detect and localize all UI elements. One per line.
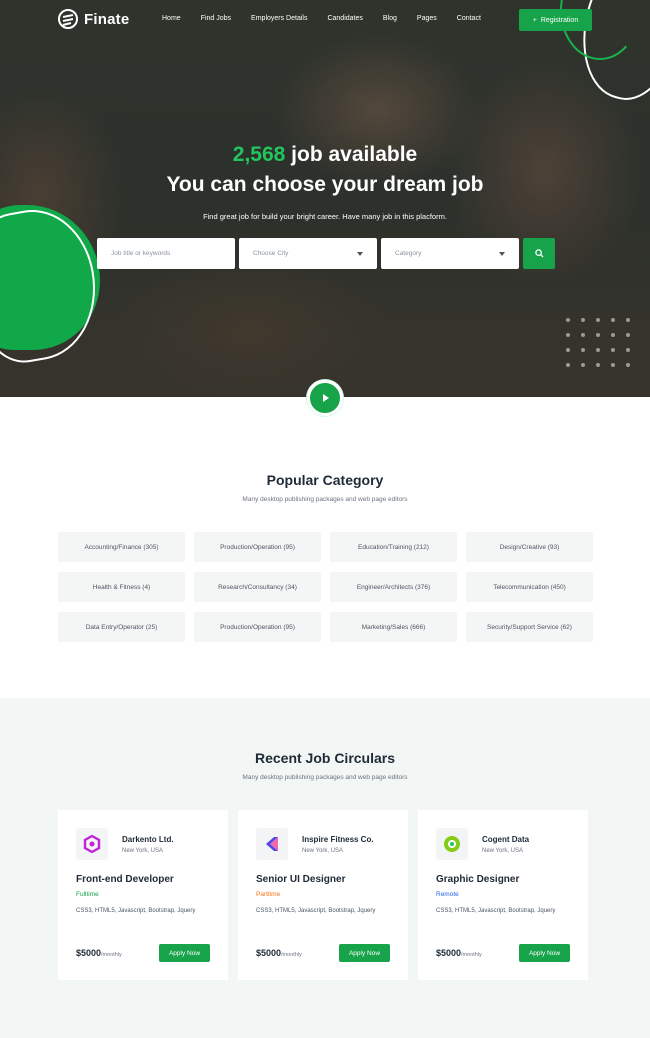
job-type: Remote [436, 891, 459, 898]
company-logo-icon [256, 828, 288, 860]
main-menu: Home Find Jobs Employers Details Candida… [162, 15, 501, 22]
city-select[interactable]: Choose City [239, 238, 377, 269]
apply-now-button[interactable]: Apply Now [159, 944, 210, 962]
job-skills: CSS3, HTML5, Javascript, Bootstrap, Jque… [436, 908, 556, 914]
chevron-down-icon [357, 251, 363, 256]
nav-employers-details[interactable]: Employers Details [251, 15, 307, 22]
category-item[interactable]: Research/Consultancy (34) [194, 572, 321, 602]
popular-category-title: Popular Category [266, 472, 384, 488]
headline-rest: job available [291, 143, 418, 166]
brand-name: Finate [84, 10, 130, 28]
search-button[interactable] [523, 238, 555, 269]
category-item[interactable]: Education/Training (212) [330, 532, 457, 562]
job-title[interactable]: Senior UI Designer [256, 874, 390, 885]
apply-now-button[interactable]: Apply Now [519, 944, 570, 962]
hero-content: 2,568 job available You can choose your … [0, 140, 650, 221]
white-ring-decoration [0, 200, 108, 370]
job-title[interactable]: Graphic Designer [436, 874, 570, 885]
job-card-list: Darkento Ltd. New York, USA Front-end De… [58, 810, 588, 980]
popular-category-subtitle: Many desktop publishing packages and web… [242, 496, 408, 503]
registration-button[interactable]: + Registration [519, 9, 592, 31]
apply-now-button[interactable]: Apply Now [339, 944, 390, 962]
hero-headline-line2: You can choose your dream job [166, 173, 484, 196]
city-placeholder: Choose City [253, 250, 289, 257]
company-name: Cogent Data [482, 835, 530, 844]
category-item[interactable]: Production/Operation (95) [194, 532, 321, 562]
job-type: Fulltime [76, 891, 99, 898]
company-logo-icon [76, 828, 108, 860]
top-navigation: Finate Home Find Jobs Employers Details … [0, 0, 650, 40]
nav-find-jobs[interactable]: Find Jobs [201, 15, 231, 22]
company-location: New York, USA [302, 848, 344, 854]
category-item[interactable]: Security/Support Service (62) [466, 612, 593, 642]
category-select[interactable]: Category [381, 238, 519, 269]
category-item[interactable]: Design/Creative (93) [466, 532, 593, 562]
category-item[interactable]: Accounting/Finance (305) [58, 532, 185, 562]
play-video-button[interactable] [307, 380, 343, 416]
category-item[interactable]: Engineer/Architects (376) [330, 572, 457, 602]
nav-home[interactable]: Home [162, 15, 181, 22]
finate-logo-icon [58, 9, 78, 29]
salary: $5000/monthly [76, 948, 122, 958]
category-item[interactable]: Production/Operation (95) [194, 612, 321, 642]
category-item[interactable]: Marketing/Sales (666) [330, 612, 457, 642]
category-item[interactable]: Health & Fitness (4) [58, 572, 185, 602]
company-location: New York, USA [482, 848, 524, 854]
chevron-down-icon [499, 251, 505, 256]
play-icon [323, 394, 329, 402]
nav-blog[interactable]: Blog [383, 15, 397, 22]
category-placeholder: Category [395, 250, 422, 257]
category-grid: Accounting/Finance (305) Production/Oper… [58, 532, 593, 642]
hero-subtitle: Find great job for build your bright car… [203, 212, 447, 221]
keyword-input[interactable]: Job title or keywords [97, 238, 235, 269]
job-title[interactable]: Front-end Developer [76, 874, 210, 885]
company-location: New York, USA [122, 848, 164, 854]
recent-jobs-title: Recent Job Circulars [254, 750, 396, 766]
registration-label: Registration [540, 16, 579, 24]
job-type: Parttime [256, 891, 281, 898]
job-skills: CSS3, HTML5, Javascript, Bootstrap, Jque… [256, 908, 376, 914]
job-count: 2,568 [232, 143, 286, 166]
category-item[interactable]: Telecommunication (450) [466, 572, 593, 602]
company-name: Darkento Ltd. [122, 835, 174, 844]
company-name: Inspire Fitness Co. [302, 835, 374, 844]
nav-pages[interactable]: Pages [417, 15, 437, 22]
salary: $5000/monthly [436, 948, 482, 958]
category-item[interactable]: Data Entry/Operator (25) [58, 612, 185, 642]
nav-candidates[interactable]: Candidates [327, 15, 362, 22]
job-card[interactable]: Cogent Data New York, USA Graphic Design… [418, 810, 588, 980]
hero-headline: 2,568 job available [0, 140, 650, 170]
plus-icon: + [532, 16, 537, 24]
salary: $5000/monthly [256, 948, 302, 958]
company-logo-icon [436, 828, 468, 860]
keyword-placeholder: Job title or keywords [111, 250, 171, 257]
job-search-bar: Job title or keywords Choose City Catego… [97, 238, 555, 269]
job-skills: CSS3, HTML5, Javascript, Bootstrap, Jque… [76, 908, 196, 914]
search-icon [534, 249, 544, 258]
job-card[interactable]: Inspire Fitness Co. New York, USA Senior… [238, 810, 408, 980]
nav-contact[interactable]: Contact [457, 15, 481, 22]
job-card[interactable]: Darkento Ltd. New York, USA Front-end De… [58, 810, 228, 980]
brand-logo[interactable]: Finate [58, 9, 129, 29]
recent-jobs-subtitle: Many desktop publishing packages and web… [242, 774, 408, 781]
dot-grid-decoration [566, 318, 630, 367]
